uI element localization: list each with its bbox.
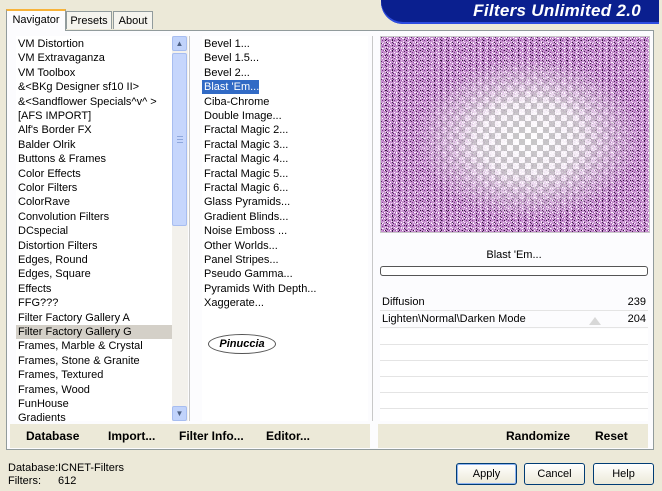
preview-image: [380, 36, 650, 233]
filter-item[interactable]: Noise Emboss ...: [202, 224, 287, 238]
database-label: Database:: [8, 462, 59, 474]
logo-text: Filters Unlimited 2.0: [473, 1, 641, 20]
filter-item[interactable]: Fractal Magic 2...: [202, 123, 288, 137]
filter-item[interactable]: Gradient Blinds...: [202, 210, 288, 224]
category-item[interactable]: Distortion Filters: [16, 239, 172, 253]
category-item[interactable]: Effects: [16, 282, 172, 296]
filter-item[interactable]: Pseudo Gamma...: [202, 267, 293, 281]
database-value: ICNET-Filters: [58, 462, 124, 474]
tab-presets[interactable]: Presets: [66, 11, 112, 29]
param-value: 204: [627, 313, 646, 325]
param-empty-rows: [380, 329, 648, 421]
category-item[interactable]: Frames, Textured: [16, 368, 172, 382]
progress-bar: [380, 266, 648, 276]
scroll-thumb[interactable]: [172, 53, 187, 226]
cancel-button[interactable]: Cancel: [524, 463, 585, 485]
database-button[interactable]: Database: [26, 424, 79, 448]
category-item[interactable]: VM Toolbox: [16, 66, 172, 80]
filter-item[interactable]: Pyramids With Depth...: [202, 282, 316, 296]
filter-item[interactable]: Bevel 1...: [202, 37, 250, 51]
category-item[interactable]: Filter Factory Gallery A: [16, 311, 172, 325]
filter-name-label: Blast 'Em...: [486, 249, 542, 261]
param-row[interactable]: Lighten\Normal\Darken Mode 204: [380, 311, 648, 328]
filter-item[interactable]: Bevel 2...: [202, 66, 250, 80]
category-item[interactable]: Alf's Border FX: [16, 123, 172, 137]
category-item[interactable]: Frames, Stone & Granite: [16, 354, 172, 368]
app-logo: Filters Unlimited 2.0: [381, 0, 659, 24]
filter-item[interactable]: Ciba-Chrome: [202, 95, 269, 109]
filter-item[interactable]: Blast 'Em...: [202, 80, 260, 95]
param-row[interactable]: Diffusion 239: [380, 294, 648, 311]
category-item[interactable]: Frames, Marble & Crystal: [16, 339, 172, 353]
filter-item[interactable]: Panel Stripes...: [202, 253, 279, 267]
editor-button[interactable]: Editor...: [266, 424, 310, 448]
category-item[interactable]: VM Extravaganza: [16, 51, 172, 65]
right-button-bar: Randomize Reset: [378, 424, 648, 448]
slider-marker-icon: [589, 317, 601, 325]
pinuccia-watermark: Pinuccia: [208, 334, 276, 354]
category-item[interactable]: Buttons & Frames: [16, 152, 172, 166]
filters-count-label: Filters:: [8, 475, 41, 487]
category-scrollbar[interactable]: ▲ ▼: [172, 36, 188, 421]
category-item[interactable]: Color Filters: [16, 181, 172, 195]
apply-button[interactable]: Apply: [456, 463, 517, 485]
category-item[interactable]: Edges, Round: [16, 253, 172, 267]
category-item[interactable]: Gradients: [16, 411, 172, 421]
filter-item[interactable]: Bevel 1.5...: [202, 51, 259, 65]
tab-about[interactable]: About: [113, 11, 153, 29]
left-button-bar: Database Import... Filter Info... Editor…: [10, 424, 370, 448]
category-item[interactable]: &<BKg Designer sf10 II>: [16, 80, 172, 94]
filters-count-value: 612: [58, 475, 77, 487]
import-button[interactable]: Import...: [108, 424, 155, 448]
scroll-down-button[interactable]: ▼: [172, 406, 187, 421]
param-value: 239: [627, 296, 646, 308]
filter-item[interactable]: Glass Pyramids...: [202, 195, 290, 209]
reset-button[interactable]: Reset: [595, 424, 628, 448]
filter-info-button[interactable]: Filter Info...: [179, 424, 244, 448]
filter-item[interactable]: Xaggerate...: [202, 296, 264, 310]
category-item[interactable]: FFG???: [16, 296, 172, 310]
scroll-up-button[interactable]: ▲: [172, 36, 187, 51]
filter-item[interactable]: Fractal Magic 5...: [202, 167, 288, 181]
category-item[interactable]: DCspecial: [16, 224, 172, 238]
param-label: Diffusion: [382, 296, 425, 308]
category-item[interactable]: Color Effects: [16, 167, 172, 181]
category-item[interactable]: Filter Factory Gallery G: [16, 325, 172, 339]
filter-item[interactable]: Double Image...: [202, 109, 282, 123]
filter-item[interactable]: Other Worlds...: [202, 239, 278, 253]
category-item[interactable]: FunHouse: [16, 397, 172, 411]
param-label: Lighten\Normal\Darken Mode: [382, 313, 526, 325]
filter-item[interactable]: Fractal Magic 6...: [202, 181, 288, 195]
category-list[interactable]: VM Distortion VM Extravaganza VM Toolbox &<…: [16, 36, 172, 421]
category-item[interactable]: Edges, Square: [16, 267, 172, 281]
category-item[interactable]: [AFS IMPORT]: [16, 109, 172, 123]
filter-item[interactable]: Fractal Magic 4...: [202, 152, 288, 166]
category-item[interactable]: Convolution Filters: [16, 210, 172, 224]
randomize-button[interactable]: Randomize: [506, 424, 570, 448]
help-button[interactable]: Help: [593, 463, 654, 485]
tab-navigator[interactable]: Navigator: [6, 9, 66, 31]
category-item[interactable]: Balder Olrik: [16, 138, 172, 152]
filter-item[interactable]: Fractal Magic 3...: [202, 138, 288, 152]
category-item[interactable]: &<Sandflower Specials^v^ >: [16, 95, 172, 109]
filter-list[interactable]: Bevel 1... Bevel 1.5... Bevel 2... Blast 'E…: [202, 36, 368, 421]
category-item[interactable]: Frames, Wood: [16, 383, 172, 397]
category-item[interactable]: ColorRave: [16, 195, 172, 209]
category-item[interactable]: VM Distortion: [16, 37, 172, 51]
